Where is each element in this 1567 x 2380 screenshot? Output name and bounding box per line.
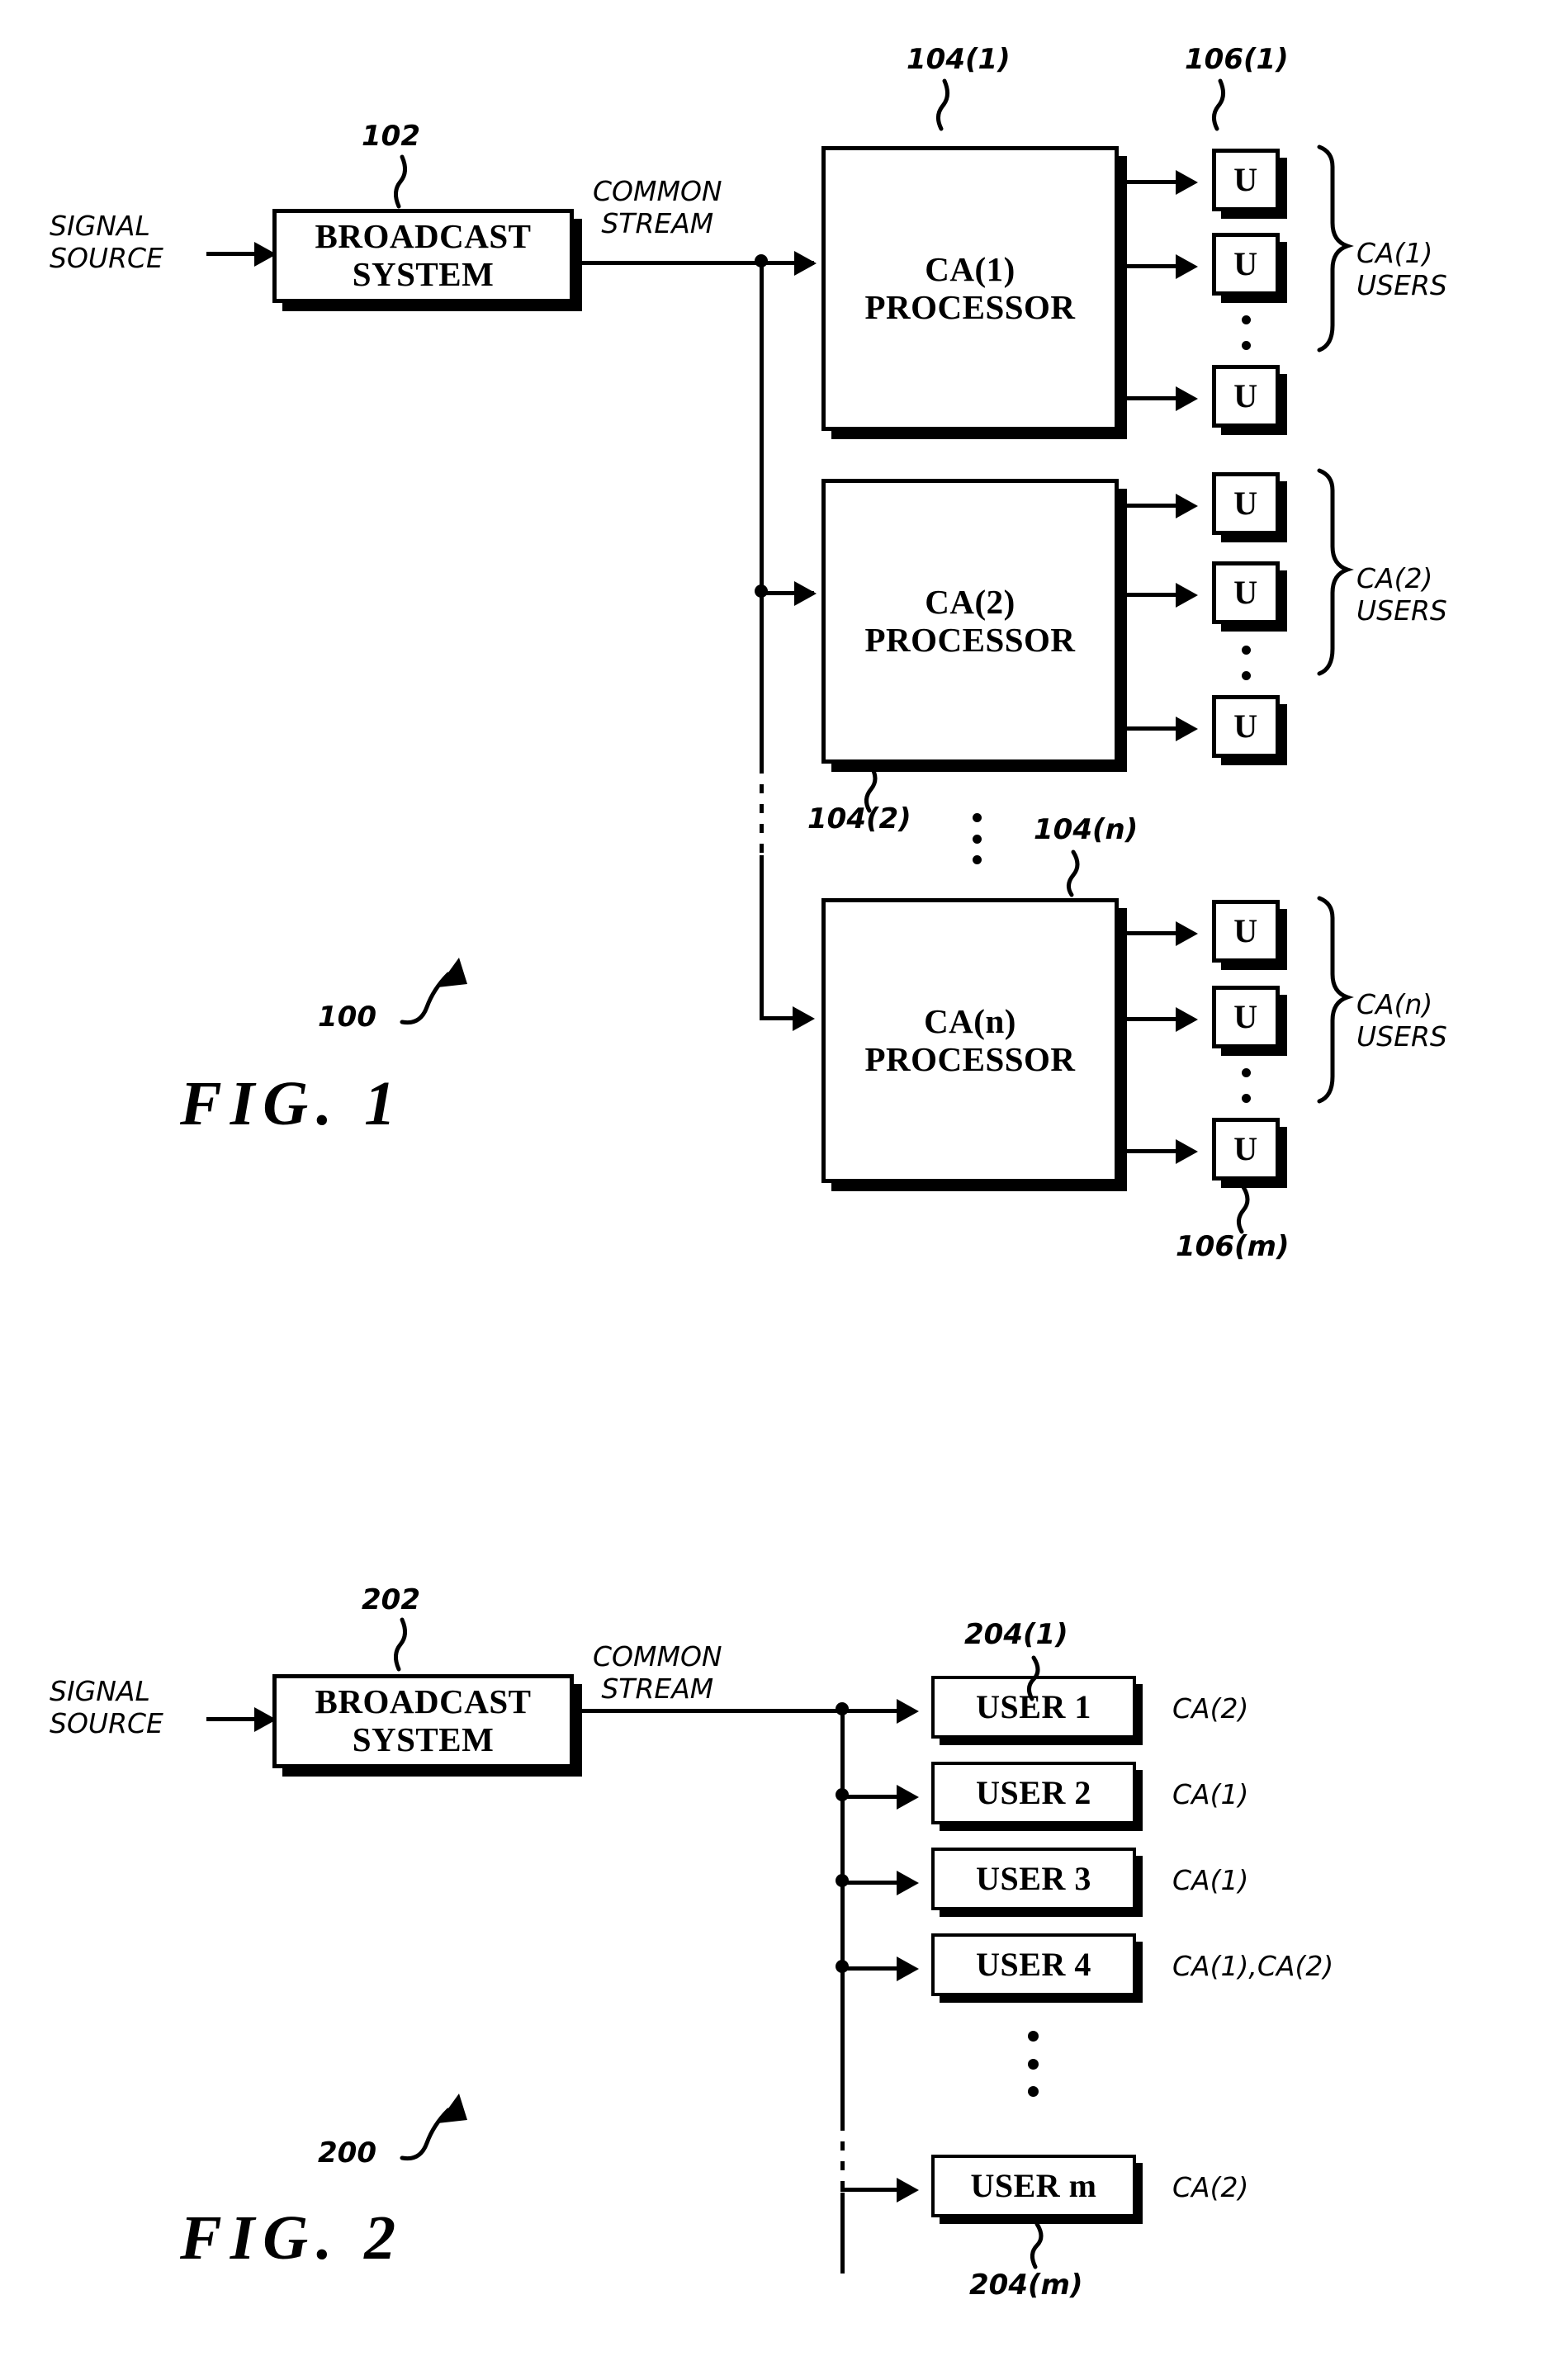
user-list-ellipsis-fig2 [1027, 2031, 1039, 2097]
user-box-label: USER 4 [976, 1945, 1091, 1983]
user-box-label: USER 2 [976, 1773, 1091, 1811]
figure-2: SIGNAL SOURCE 202 BROADCAST SYSTEM COMMO… [0, 0, 1567, 2380]
user-box-1[interactable]: USER 1 [931, 1676, 1136, 1739]
user-branch-arrow-m [897, 2178, 919, 2203]
ref-204-1: 204(1) [964, 1618, 1068, 1651]
user-branch-arrow-4 [897, 1957, 919, 1981]
common-stream-line2: STREAM [601, 1672, 714, 1705]
ref-200: 200 [318, 2136, 376, 2169]
user-box-4[interactable]: USER 4 [931, 1933, 1136, 1996]
user-branch-arrow-3 [897, 1871, 919, 1895]
broadcast-system-line2: SYSTEM [352, 1720, 495, 1758]
user-bus-lower-fig2 [840, 2193, 845, 2274]
common-stream-label-fig2: COMMON STREAM [593, 1640, 722, 1706]
signal-source-line1: SIGNAL [50, 1675, 150, 1707]
user-box-m[interactable]: USER m [931, 2155, 1136, 2217]
user-box-3[interactable]: USER 3 [931, 1848, 1136, 1910]
signal-source-line2: SOURCE [50, 1706, 163, 1739]
ref-204-m: 204(m) [969, 2269, 1083, 2302]
user-2-ca-label: CA(1) [1172, 1778, 1249, 1810]
user-box-label: USER m [970, 2166, 1097, 2204]
user-3-ca-label: CA(1) [1172, 1864, 1249, 1896]
signal-source-label-fig2: SIGNAL SOURCE [50, 1675, 163, 1740]
user-bus-fig2 [840, 1709, 845, 2122]
ref-202: 202 [362, 1583, 420, 1616]
figure-2-caption: FIG. 2 [180, 2203, 405, 2273]
user-box-label: USER 3 [976, 1859, 1091, 1897]
signal-source-arrow-line-fig2 [206, 1717, 258, 1721]
broadcast-system-line1: BROADCAST [315, 1682, 532, 1721]
user-4-ca-label: CA(1),CA(2) [1172, 1950, 1334, 1982]
common-stream-line1: COMMON [593, 1640, 722, 1673]
user-box-2[interactable]: USER 2 [931, 1762, 1136, 1824]
user-branch-arrow-1 [897, 1699, 919, 1724]
user-box-label: USER 1 [976, 1687, 1091, 1725]
user-1-ca-label: CA(2) [1172, 1692, 1249, 1725]
user-m-ca-label: CA(2) [1172, 2171, 1249, 2203]
common-stream-line-fig2 [574, 1709, 846, 1713]
broadcast-system-box-fig2[interactable]: BROADCAST SYSTEM [272, 1674, 574, 1768]
user-branch-arrow-2 [897, 1785, 919, 1810]
user-bus-dashed-fig2 [840, 2122, 845, 2193]
